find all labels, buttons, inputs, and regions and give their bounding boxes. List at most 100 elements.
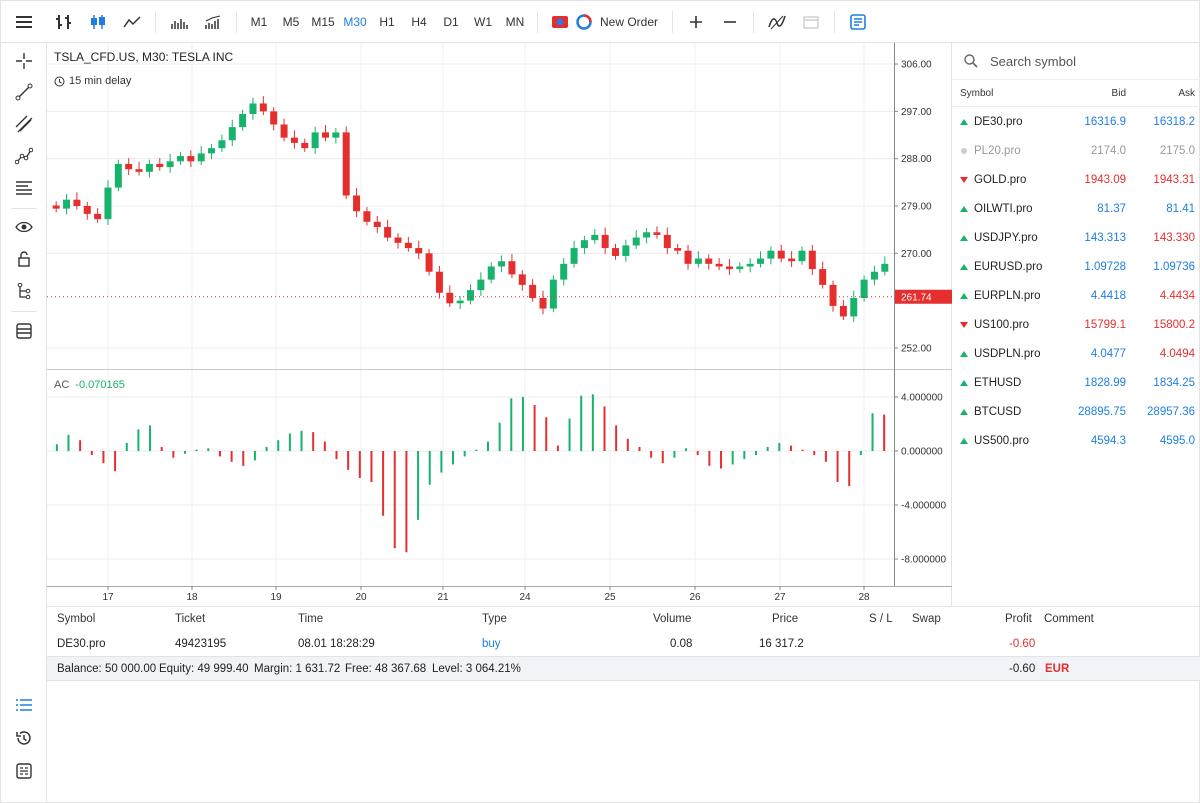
path-tool-icon[interactable] — [9, 142, 39, 170]
trades-col-comment[interactable]: Comment — [1044, 613, 1094, 625]
timeframe-m15[interactable]: M15 — [307, 1, 339, 43]
arrow-up-icon — [960, 408, 968, 415]
object-tree-icon[interactable] — [9, 277, 39, 305]
volume-icon[interactable] — [162, 1, 196, 43]
history-icon[interactable] — [9, 724, 39, 752]
menu-icon[interactable] — [1, 1, 47, 43]
lock-icon[interactable] — [9, 245, 39, 273]
candle — [301, 142, 309, 149]
ask-column-header[interactable]: Ask — [1126, 88, 1195, 99]
trades-col-symbol[interactable]: Symbol — [57, 613, 95, 625]
candle — [498, 261, 506, 267]
candle — [757, 258, 765, 264]
candle — [819, 269, 827, 285]
symbol-column-header[interactable]: Symbol — [952, 88, 1056, 99]
candle — [850, 298, 858, 317]
ask-price: 4.0494 — [1159, 347, 1195, 360]
sidebar-divider — [11, 208, 37, 209]
symbol-row[interactable]: EURPLN.pro 4.4418 4.4434 — [952, 281, 1200, 310]
symbol-row[interactable]: PL20.pro 2174.0 2175.0 — [952, 136, 1200, 165]
symbol-row[interactable]: EURUSD.pro 1.09728 1.09736 — [952, 252, 1200, 281]
arrow-up-icon — [960, 437, 968, 444]
bar-chart-type-icon[interactable] — [47, 1, 81, 43]
trades-list-icon[interactable] — [9, 691, 39, 719]
search-input[interactable]: Search symbol — [990, 54, 1076, 69]
symbol-name-cell: OILWTI.pro — [952, 203, 1056, 215]
symbol-row[interactable]: US100.pro 15799.1 15800.2 — [952, 310, 1200, 339]
arrow-up-icon — [960, 379, 968, 386]
ask-price: 4595.0 — [1159, 434, 1195, 447]
line-chart-type-icon[interactable] — [115, 1, 149, 43]
trades-col-type[interactable]: Type — [482, 613, 507, 625]
candle — [270, 111, 278, 125]
zoom-out-icon[interactable] — [713, 1, 747, 43]
trades-col-ticket[interactable]: Ticket — [175, 613, 205, 625]
candle — [94, 213, 102, 220]
candle — [591, 234, 599, 241]
trades-col-swap[interactable]: Swap — [912, 613, 941, 625]
trades-col-time[interactable]: Time — [298, 613, 323, 625]
timeframe-m1[interactable]: M1 — [243, 1, 275, 43]
total-profit: -0.60 — [1009, 663, 1036, 675]
ask-price: 28957.36 — [1147, 405, 1195, 418]
candle — [197, 153, 205, 162]
timeframe-m30[interactable]: M30 — [339, 1, 371, 43]
symbol-row[interactable]: ETHUSD 1828.99 1834.25 — [952, 368, 1200, 397]
trend-line-icon[interactable] — [9, 78, 39, 106]
timeframe-w1[interactable]: W1 — [467, 1, 499, 43]
symbol-row[interactable]: USDJPY.pro 143.313 143.330 — [952, 223, 1200, 252]
candle — [280, 124, 288, 138]
indicators-icon[interactable] — [196, 1, 230, 43]
candle — [622, 245, 630, 256]
chart-panel[interactable]: 306.00 297.00 288.00 279.00 270.00 252.00 4.00… — [47, 43, 952, 606]
candle — [539, 298, 547, 309]
trades-col-profit[interactable]: Profit — [1005, 613, 1032, 625]
symbol-name-cell: ETHUSD — [952, 377, 1056, 389]
eye-icon[interactable] — [9, 213, 39, 241]
symbol-name: ETHUSD — [974, 376, 1022, 389]
trades-col-volume[interactable]: Volume — [653, 613, 691, 625]
symbol-row[interactable]: US500.pro 4594.3 4595.0 — [952, 426, 1200, 455]
indicator-add-icon[interactable] — [760, 1, 794, 43]
arrow-up-icon — [960, 234, 968, 241]
bid-column-header[interactable]: Bid — [1056, 88, 1126, 99]
fibonacci-icon[interactable] — [9, 174, 39, 202]
bid-price: 16316.9 — [1084, 115, 1126, 128]
indicator-tick-label: 4.000000 — [901, 393, 943, 404]
price-chart[interactable]: 306.00 297.00 288.00 279.00 270.00 252.00 4.00… — [47, 43, 952, 606]
arrow-up-icon — [960, 350, 968, 357]
templates-icon[interactable] — [9, 317, 39, 345]
account-statement-icon[interactable] — [9, 757, 39, 785]
crosshair-icon[interactable] — [9, 47, 39, 75]
symbol-search[interactable]: Search symbol — [952, 43, 1200, 79]
trade-row[interactable]: DE30.pro 49423195 08.01 18:28:29 buy 0.0… — [47, 632, 1200, 656]
symbol-row[interactable]: USDPLN.pro 4.0477 4.0494 — [952, 339, 1200, 368]
timeframe-m5[interactable]: M5 — [275, 1, 307, 43]
symbol-row[interactable]: GOLD.pro 1943.09 1943.31 — [952, 165, 1200, 194]
arrow-down-icon — [960, 176, 968, 183]
bid-price: 143.313 — [1084, 231, 1126, 244]
symbol-row[interactable]: BTCUSD 28895.75 28957.36 — [952, 397, 1200, 426]
timeframe-mn[interactable]: MN — [499, 1, 531, 43]
zoom-in-icon[interactable] — [679, 1, 713, 43]
order-book-icon[interactable] — [841, 1, 875, 43]
symbol-name: US500.pro — [974, 434, 1029, 447]
symbol-row[interactable]: DE30.pro 16316.9 16318.2 — [952, 107, 1200, 136]
trades-col-price[interactable]: Price — [772, 613, 798, 625]
candlestick-chart-type-icon[interactable] — [81, 1, 115, 43]
trade-ticket: 49423195 — [175, 638, 227, 650]
trades-col-sl[interactable]: S / L — [869, 613, 893, 625]
symbol-name: EURPLN.pro — [974, 289, 1041, 302]
symbol-name: USDPLN.pro — [974, 347, 1041, 360]
timeframe-h1[interactable]: H1 — [371, 1, 403, 43]
current-price-label: 261.74 — [901, 292, 932, 303]
channel-icon[interactable] — [9, 110, 39, 138]
new-order-button[interactable]: New Order — [544, 1, 666, 43]
timeframe-h4[interactable]: H4 — [403, 1, 435, 43]
symbol-row[interactable]: OILWTI.pro 81.37 81.41 — [952, 194, 1200, 223]
calendar-icon[interactable] — [794, 1, 828, 43]
timeframe-d1[interactable]: D1 — [435, 1, 467, 43]
candle — [653, 232, 661, 235]
sidebar-divider — [11, 311, 37, 312]
symbol-name-cell: GOLD.pro — [952, 174, 1056, 186]
